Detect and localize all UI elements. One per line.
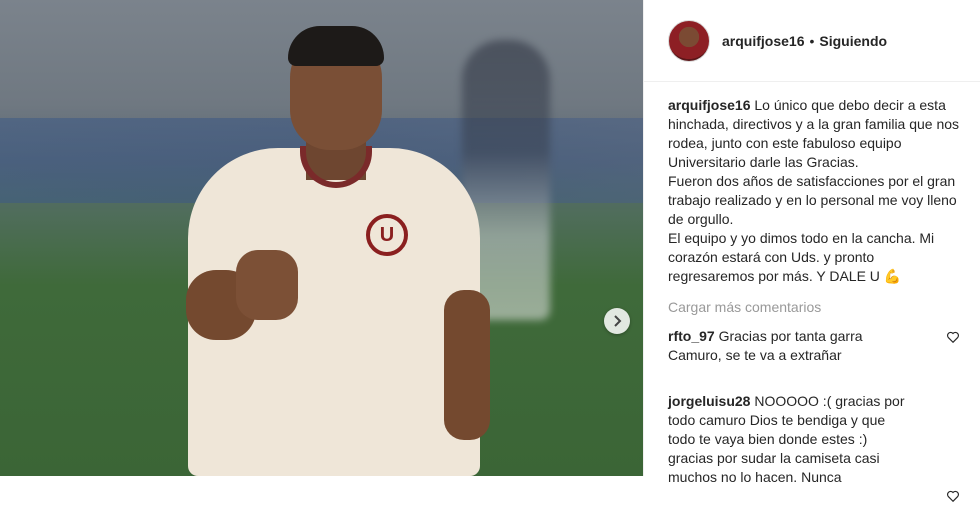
post-sidebar: arquifjose16 • Siguiendo arquifjose16 Lo… (643, 0, 980, 503)
post-photo[interactable]: U (0, 0, 643, 476)
post-header: arquifjose16 • Siguiendo (644, 0, 980, 82)
player-hand (236, 250, 298, 320)
comment-item: jorgeluisu28 NOOOOO :( gracias por todo … (668, 392, 962, 506)
author-username[interactable]: arquifjose16 (722, 33, 804, 49)
club-crest: U (366, 214, 408, 256)
heart-icon[interactable] (946, 489, 960, 503)
heart-icon[interactable] (946, 330, 960, 344)
follow-status-button[interactable]: Siguiendo (819, 33, 887, 49)
caption-username[interactable]: arquifjose16 (668, 97, 750, 113)
caption-text: Lo único que debo decir a esta hinchada,… (668, 97, 960, 284)
next-photo-button[interactable] (604, 308, 630, 334)
comment-username[interactable]: jorgeluisu28 (668, 393, 750, 409)
player-hair (288, 26, 384, 66)
avatar[interactable] (668, 19, 710, 62)
separator-dot: • (809, 32, 815, 49)
chevron-right-icon (614, 315, 622, 327)
load-more-comments-button[interactable]: Cargar más comentarios (668, 298, 962, 317)
post-caption: arquifjose16 Lo único que debo decir a e… (668, 96, 962, 286)
comment-username[interactable]: rfto_97 (668, 328, 715, 344)
comments-section: arquifjose16 Lo único que debo decir a e… (644, 82, 980, 506)
player-right-arm (444, 290, 490, 440)
comment-item: rfto_97 Gracias por tanta garra Camuro, … (668, 327, 962, 384)
